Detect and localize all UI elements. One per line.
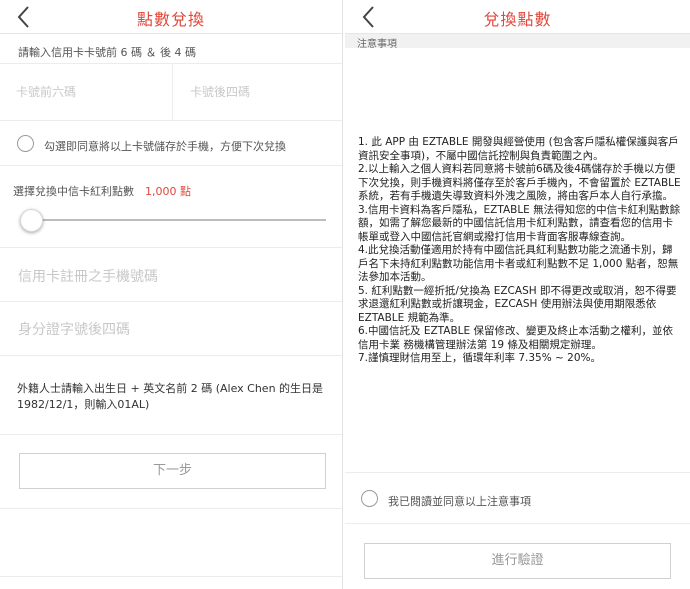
verify-button[interactable]: 進行驗證 xyxy=(364,543,671,579)
points-slider-track[interactable] xyxy=(30,219,326,221)
term-item: 3.信用卡資料為客戶隱私，EZTABLE 無法得知您的中信卡紅利點數餘額，如需了… xyxy=(358,203,681,243)
header: 兌換點數 xyxy=(345,0,690,34)
points-label: 選擇兌換中信卡紅利點數 xyxy=(13,185,134,198)
terms-list: 1. 此 APP 由 EZTABLE 開發與經營使用 (包含客戶隱私權保護與客戶… xyxy=(358,136,683,366)
phone-number-input[interactable] xyxy=(18,262,328,292)
card-first-six-input[interactable] xyxy=(16,64,166,120)
points-slider-thumb[interactable] xyxy=(20,209,43,232)
divider xyxy=(0,355,342,356)
term-item: 2.以上輸入之個人資料若同意將卡號前6碼及後4碼儲存於手機以方便下次兌換，則手機… xyxy=(358,163,681,202)
save-card-label: 勾選即同意將以上卡號儲存於手機，方便下次兌換 xyxy=(44,140,286,153)
foreign-user-note: 外籍人士請輸入出生日 + 英文名前 2 碼 (Alex Chen 的生日是 19… xyxy=(17,382,324,411)
card-instruction: 請輸入信用卡卡號前 6 碼 ＆ 後 4 碼 xyxy=(18,46,196,59)
notice-title: 注意事項 xyxy=(357,39,397,50)
divider xyxy=(0,301,342,302)
card-number-row xyxy=(0,63,342,121)
divider xyxy=(0,576,342,577)
page-title: 點數兌換 xyxy=(136,10,205,29)
term-item: 4.此兌換活動僅適用於持有中國信託具紅利點數功能之流通卡別，歸戶名下未持紅利點數… xyxy=(358,244,679,283)
divider xyxy=(345,523,690,524)
agree-terms-label: 我已閱讀並同意以上注意事項 xyxy=(388,495,531,508)
divider xyxy=(172,64,173,120)
term-item: 7.謹慎理財信用至上，循環年利率 7.35% ~ 20%。 xyxy=(358,352,602,364)
id-last-four-input[interactable] xyxy=(18,315,328,345)
divider xyxy=(0,508,342,509)
next-button[interactable]: 下一步 xyxy=(19,453,326,489)
points-redeem-screen: 點數兌換 請輸入信用卡卡號前 6 碼 ＆ 後 4 碼 勾選即同意將以上卡號儲存於… xyxy=(0,0,343,589)
agree-terms-radio[interactable] xyxy=(361,490,378,507)
header: 點數兌換 xyxy=(0,0,342,34)
page-title: 兌換點數 xyxy=(483,10,552,29)
divider xyxy=(0,247,342,248)
divider xyxy=(0,434,342,435)
divider xyxy=(345,472,690,473)
term-item: 5. 紅利點數一經折抵/兌換為 EZCASH 即不得更改或取消，恕不得要求退還紅… xyxy=(358,284,677,324)
terms-screen: 兌換點數 注意事項 1. 此 APP 由 EZTABLE 開發與經營使用 (包含… xyxy=(345,0,690,589)
term-item: 6.中國信託及 EZTABLE 保留修改、變更及終止本活動之權利，並依信用卡業 … xyxy=(358,325,673,351)
divider xyxy=(0,165,342,166)
save-card-radio[interactable] xyxy=(17,135,34,152)
term-item: 1. 此 APP 由 EZTABLE 開發與經營使用 (包含客戶隱私權保護與客戶… xyxy=(358,136,679,162)
points-value: 1,000 點 xyxy=(145,185,191,198)
card-last-four-input[interactable] xyxy=(190,64,338,120)
